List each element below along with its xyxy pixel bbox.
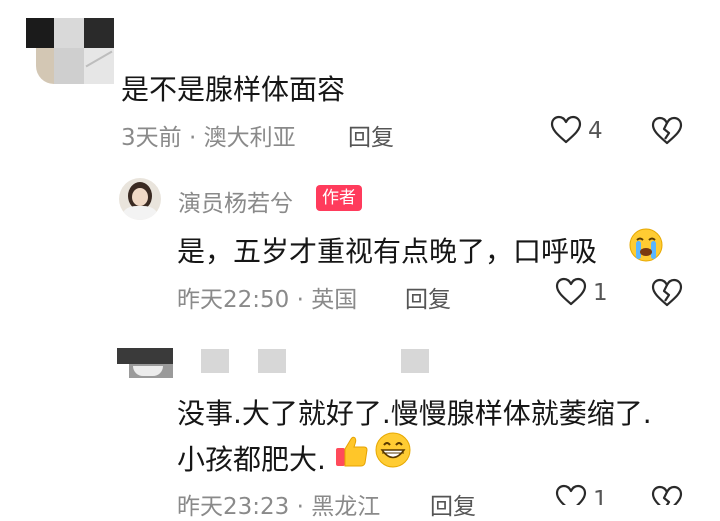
broken-heart-icon	[651, 116, 683, 145]
reply-button[interactable]: 回复	[405, 280, 451, 314]
reply-text-line2: 小孩都肥大.	[177, 443, 326, 476]
reply-button[interactable]: 回复	[430, 487, 476, 521]
dislike-button[interactable]	[651, 116, 685, 148]
reply-author[interactable]: 演员杨若兮	[178, 184, 293, 218]
reply-time-location: 昨天22:50 · 英国	[177, 287, 358, 313]
broken-heart-icon	[651, 485, 683, 505]
like-button[interactable]: 4	[550, 115, 610, 149]
heart-outline-icon	[555, 277, 587, 306]
avatar[interactable]	[119, 178, 161, 220]
like-count: 1	[593, 487, 608, 505]
grinning-face-emoji	[375, 432, 411, 468]
thumbs-up-emoji	[336, 436, 368, 467]
heart-outline-icon	[550, 115, 582, 144]
crying-face-emoji	[629, 228, 663, 262]
dislike-button[interactable]	[651, 485, 685, 505]
like-count: 1	[593, 280, 608, 306]
reply-time-location: 昨天23:23 · 黑龙江	[177, 494, 381, 520]
comment-text: 是不是腺样体面容	[121, 73, 346, 106]
dislike-button[interactable]	[651, 278, 685, 310]
heart-outline-icon	[555, 484, 587, 505]
reply-text: 是，五岁才重视有点晚了，口呼吸	[177, 235, 598, 268]
like-button[interactable]: 1	[555, 277, 615, 311]
avatar[interactable]	[26, 18, 118, 86]
avatar[interactable]	[117, 348, 173, 378]
broken-heart-icon	[651, 278, 683, 307]
reply-text-line1: 没事.大了就好了.慢慢腺样体就萎缩了.	[177, 397, 652, 430]
like-button[interactable]: 1	[555, 484, 615, 505]
comment-time-location: 3天前 · 澳大利亚	[121, 125, 296, 151]
reply-button[interactable]: 回复	[348, 118, 394, 152]
like-count: 4	[588, 118, 603, 144]
author-badge: 作者	[316, 185, 362, 211]
